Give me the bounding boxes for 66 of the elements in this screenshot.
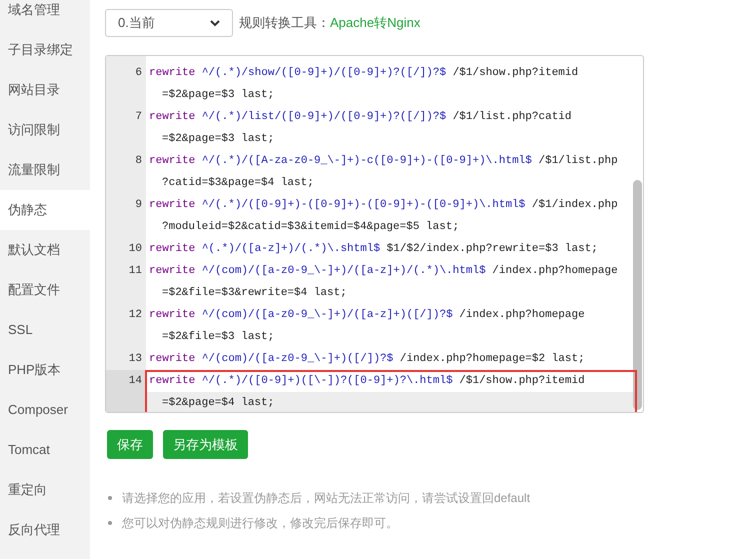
code-target: /index.php?homepage=$2 last; xyxy=(400,352,585,367)
code-continuation: =$2&file=$3&rewrite=$4 last; xyxy=(162,286,347,301)
line-number: 8 xyxy=(134,154,143,169)
scrollbar-thumb[interactable] xyxy=(633,180,642,410)
sidebar-item[interactable]: SSL xyxy=(0,310,90,350)
code-keyword: rewrite xyxy=(149,154,196,169)
line-number: 13 xyxy=(128,352,143,367)
code-pattern: ^/(.*)/([0-9]+)([\-])?([0-9]+)?\.html$ xyxy=(202,374,453,389)
line-number: 6 xyxy=(134,66,143,81)
code-target: $1/$2/index.php?rewrite=$3 last; xyxy=(386,242,598,257)
code-keyword: rewrite xyxy=(149,308,196,323)
code-continuation: ?catid=$3&page=$4 last; xyxy=(162,176,314,191)
code-target: /index.php?homepage xyxy=(459,308,585,323)
code-continuation: =$2&page=$4 last; xyxy=(162,396,274,411)
sidebar-item[interactable]: 网站目录 xyxy=(0,70,90,110)
sidebar-item[interactable]: 配置文件 xyxy=(0,270,90,310)
code-editor[interactable] xyxy=(105,55,644,413)
code-target: /index.php?homepage xyxy=(492,264,618,279)
code-pattern: ^/(.*)/list/([0-9]+)/([0-9]+)?([/])?$ xyxy=(202,110,446,125)
help-note: 您可以对伪静态规则进行修改，修改完后保存即可。 xyxy=(122,515,398,532)
code-target: /$1/list.php?catid xyxy=(452,110,572,125)
code-target: /$1/list.php xyxy=(538,154,618,169)
code-continuation: ?moduleid=$2&catid=$3&itemid=$4&page=$5 last; xyxy=(162,220,460,235)
code-target: /$1/show.php?itemid xyxy=(452,66,578,81)
sidebar-item[interactable]: 默认文档 xyxy=(0,230,90,270)
code-pattern: ^/(com)/([a-z0-9_\-]+)([/])?$ xyxy=(202,352,394,367)
sidebar-item[interactable]: 流量限制 xyxy=(0,150,90,190)
sidebar-item[interactable]: 子目录绑定 xyxy=(0,30,90,70)
line-number: 14 xyxy=(106,370,146,412)
line-number: 11 xyxy=(128,264,143,279)
code-keyword: rewrite xyxy=(149,374,196,389)
line-number: 9 xyxy=(134,198,143,213)
code-keyword: rewrite xyxy=(149,242,196,257)
code-keyword: rewrite xyxy=(149,110,196,125)
sidebar-item[interactable]: 访问限制 xyxy=(0,110,90,150)
line-number: 7 xyxy=(134,110,143,125)
help-note: 请选择您的应用，若设置伪静态后，网站无法正常访问，请尝试设置回default xyxy=(122,490,530,507)
code-target: /$1/show.php?itemid xyxy=(459,374,585,389)
code-keyword: rewrite xyxy=(149,352,196,367)
sidebar-item[interactable]: 反向代理 xyxy=(0,510,90,550)
bullet-icon xyxy=(108,521,112,525)
code-keyword: rewrite xyxy=(149,66,196,81)
version-select[interactable]: 0.当前 xyxy=(105,9,233,37)
code-pattern: ^/(.*)/show/([0-9]+)/([0-9]+)?([/])?$ xyxy=(202,66,446,81)
code-pattern: ^/(com)/([a-z0-9_\-]+)/([a-z]+)([/])?$ xyxy=(202,308,453,323)
line-number: 12 xyxy=(128,308,143,323)
line-number: 10 xyxy=(128,242,143,257)
code-target: /$1/index.php xyxy=(532,198,618,213)
code-pattern: ^(.*)/([a-z]+)/(.*)\.shtml$ xyxy=(202,242,380,257)
bullet-icon xyxy=(108,496,112,500)
sidebar-item[interactable]: Tomcat xyxy=(0,430,90,470)
code-pattern: ^/(com)/([a-z0-9_\-]+)/([a-z]+)/(.*)\.html$ xyxy=(202,264,486,279)
sidebar-item[interactable]: PHP版本 xyxy=(0,350,90,390)
sidebar-item[interactable]: Composer xyxy=(0,390,90,430)
code-continuation: =$2&page=$3 last; xyxy=(162,132,274,147)
sidebar-item[interactable]: 重定向 xyxy=(0,470,90,510)
code-continuation: =$2&file=$3 last; xyxy=(162,330,274,345)
code-pattern: ^/(.*)/([0-9]+)-([0-9]+)-([0-9]+)-([0-9]+)\.html$ xyxy=(202,198,526,213)
sidebar-item[interactable]: 域名管理 xyxy=(0,0,90,30)
code-pattern: ^/(.*)/([A-za-z0-9_\-]+)-c([0-9]+)-([0-9]+)\.html$ xyxy=(202,154,532,169)
code-keyword: rewrite xyxy=(149,198,196,213)
sidebar-item[interactable]: 伪静态 xyxy=(0,190,90,230)
chevron-down-icon xyxy=(210,20,220,26)
code-keyword: rewrite xyxy=(149,264,196,279)
code-continuation: =$2&page=$3 last; xyxy=(162,88,274,103)
converter-label: 规则转换工具： xyxy=(239,14,330,32)
